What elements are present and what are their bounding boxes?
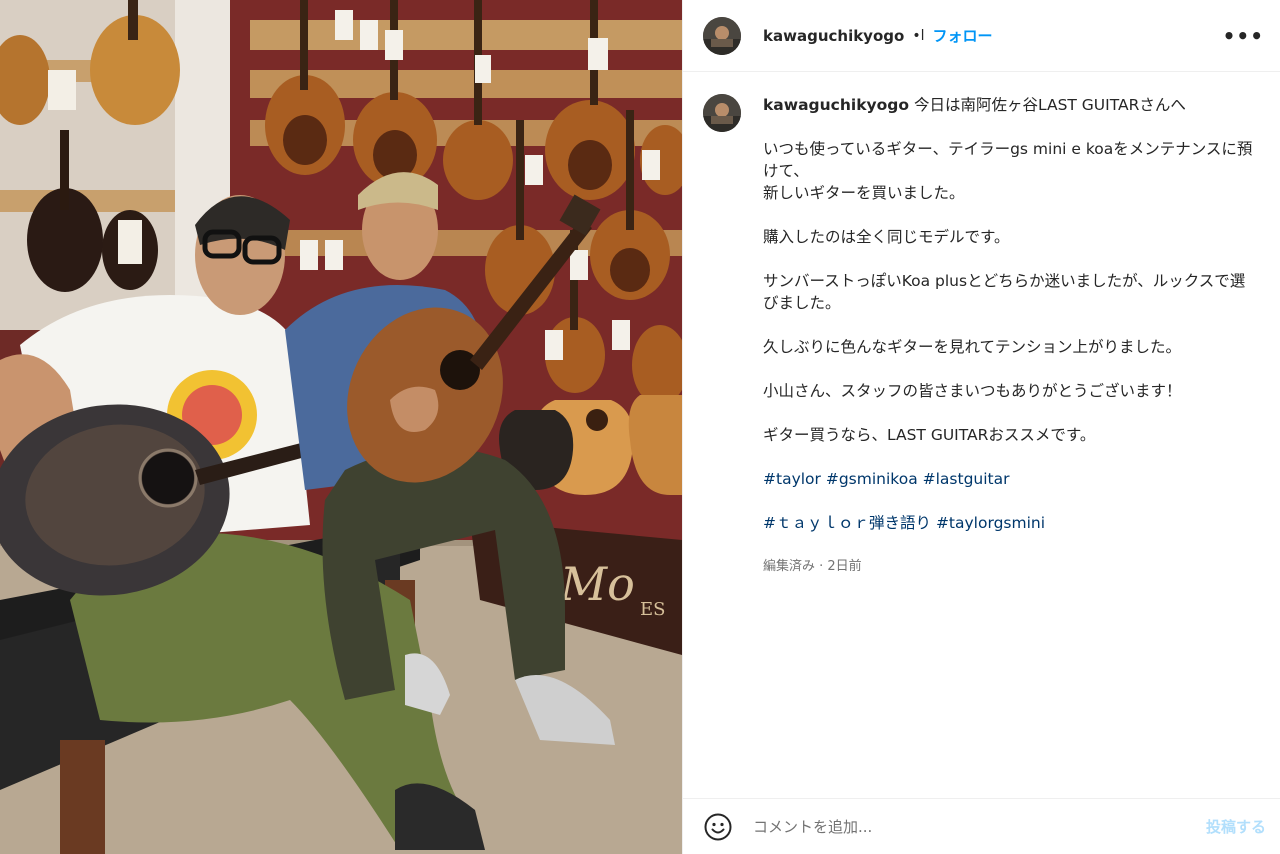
follow-button[interactable]: フォロー bbox=[932, 25, 992, 46]
avatar[interactable] bbox=[703, 16, 741, 55]
more-options-icon[interactable]: ••• bbox=[1223, 24, 1264, 48]
caption-paragraph: 久しぶりに色んなギターを見れてテンション上がりました。 bbox=[763, 338, 1182, 356]
caption-paragraph: サンバーストっぽいKoa plusとどちらか迷いましたが、ルックスで選びました。 bbox=[763, 272, 1246, 312]
post-photo[interactable]: Mo ES bbox=[0, 0, 682, 854]
header-separator: •l bbox=[912, 27, 925, 44]
post-comment-button[interactable]: 投稿する bbox=[1200, 815, 1272, 838]
hashtag-link[interactable]: #lastguitar bbox=[923, 470, 1010, 488]
hashtag-link[interactable]: #ｔａｙｌｏｒ弾き語り bbox=[763, 514, 931, 532]
caption-paragraph: いつも使っているギター、テイラーgs mini e koaをメンテナンスに預けて… bbox=[763, 140, 1253, 202]
caption-username[interactable]: kawaguchikyogo bbox=[763, 96, 909, 114]
hashtag-link[interactable]: #gsminikoa bbox=[826, 470, 918, 488]
caption-intro: 今日は南阿佐ヶ谷LAST GUITARさんへ bbox=[913, 96, 1186, 114]
rug-logo-text: Mo bbox=[559, 557, 635, 611]
caption-paragraph: ギター買うなら、LAST GUITARおススメです。 bbox=[763, 426, 1096, 444]
edited-timestamp: 編集済み · 2日前 bbox=[763, 559, 862, 574]
header-username[interactable]: kawaguchikyogo bbox=[763, 27, 904, 45]
caption-text: kawaguchikyogo 今日は南阿佐ヶ谷LAST GUITARさんへ いつ… bbox=[763, 94, 1260, 798]
comment-bar: 投稿する bbox=[683, 798, 1280, 854]
post-side-panel: kawaguchikyogo •l フォロー ••• kawaguchikyog… bbox=[682, 0, 1280, 854]
avatar-image bbox=[703, 94, 741, 132]
post-header: kawaguchikyogo •l フォロー ••• bbox=[683, 0, 1280, 72]
hashtags-line: #taylor #gsminikoa #lastguitar bbox=[763, 468, 1260, 490]
hashtag-link[interactable]: #taylor bbox=[763, 470, 821, 488]
caption-first-line: kawaguchikyogo 今日は南阿佐ヶ谷LAST GUITARさんへ bbox=[763, 94, 1260, 116]
avatar-image bbox=[703, 16, 741, 55]
comment-input[interactable] bbox=[751, 816, 1200, 837]
hashtags-line: #ｔａｙｌｏｒ弾き語り #taylorgsmini bbox=[763, 512, 1260, 534]
hashtag-link[interactable]: #taylorgsmini bbox=[936, 514, 1045, 532]
emoji-icon[interactable] bbox=[703, 812, 733, 842]
caption-paragraph: 小山さん、スタッフの皆さまいつもありがとうございます！ bbox=[763, 382, 1182, 400]
caption-paragraph: 購入したのは全く同じモデルです。 bbox=[763, 228, 1010, 246]
caption-area: kawaguchikyogo 今日は南阿佐ヶ谷LAST GUITARさんへ いつ… bbox=[683, 72, 1280, 798]
instagram-post: Mo ES kawaguchikyogo •l フォロー ••• kawaguc… bbox=[0, 0, 1280, 854]
rug-logo-sub: ES bbox=[640, 599, 665, 620]
caption-avatar[interactable] bbox=[703, 94, 741, 132]
guitar-shop-photo: Mo ES bbox=[0, 0, 682, 854]
